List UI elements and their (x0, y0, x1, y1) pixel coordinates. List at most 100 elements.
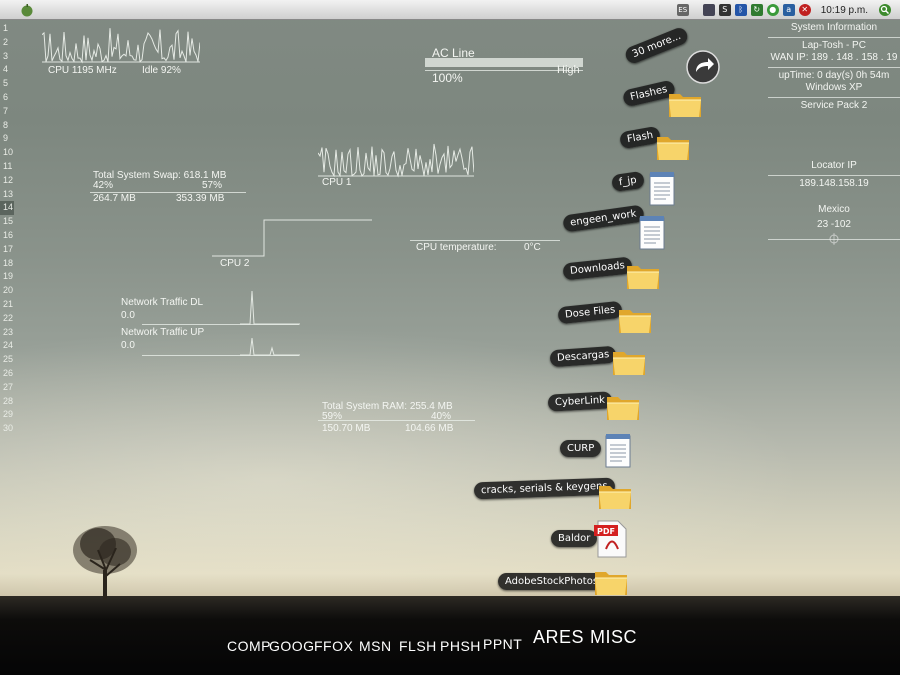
desktop-item-label[interactable]: Baldor (551, 530, 598, 547)
update-icon[interactable]: ↻ (750, 4, 763, 16)
dock-item-ares[interactable]: ARES (533, 627, 584, 648)
locator-ip: 189.148.158.19 (799, 177, 869, 189)
line-number: 16 (3, 229, 14, 240)
cpu1-label: CPU 1 (322, 177, 352, 188)
cpu-frequency: CPU 1195 MHz (48, 65, 117, 76)
tree-silhouette (73, 526, 137, 600)
desktop-item-label[interactable]: engeen_work (562, 204, 645, 233)
dock-item-phsh[interactable]: PHSH (440, 638, 481, 654)
folder-icon[interactable] (656, 133, 690, 165)
ram-bar (318, 420, 475, 421)
dock-item-comp[interactable]: COMP (227, 638, 271, 654)
line-number: 29 (3, 409, 14, 420)
line-number: 30 (3, 423, 14, 434)
network-up-label: Network Traffic UP (121, 327, 205, 338)
line-number: 13 (3, 188, 14, 199)
desktop-item-label[interactable]: f_jp (610, 170, 645, 193)
line-number: 7 (3, 105, 9, 116)
apple-icon[interactable] (20, 3, 34, 17)
dock-item-flsh[interactable]: FLSH (399, 638, 437, 654)
antivirus-icon[interactable]: a (782, 4, 795, 16)
desktop-item-label[interactable]: 30 more... (623, 25, 691, 66)
sysinfo-uptime: upTime: 0 day(s) 0h 54m (778, 69, 890, 81)
notepad-icon[interactable] (638, 214, 666, 254)
cpu2-graph (212, 219, 372, 257)
line-number: 21 (3, 298, 14, 309)
cpu2-label: CPU 2 (220, 258, 250, 269)
bluetooth-icon[interactable]: ᛒ (734, 4, 747, 16)
temperature-line (410, 240, 560, 241)
dock-item-msn[interactable]: MSN (359, 638, 392, 654)
folder-icon[interactable] (626, 262, 660, 294)
line-number: 24 (3, 340, 14, 351)
line-number: 3 (3, 50, 9, 61)
desktop-item-label[interactable]: CURP (560, 440, 602, 457)
sysinfo-host: Lap-Tosh - PC (802, 39, 866, 51)
top-menu-bar: ES S ᛒ ↻ ● a ✕ 10:19 p.m. (0, 0, 900, 20)
line-number: 27 (3, 381, 14, 392)
pdf-icon[interactable]: PDF (594, 519, 628, 563)
desktop-item-label[interactable]: CyberLink (547, 391, 613, 412)
network-dl-value: 0.0 (121, 310, 135, 321)
line-number: 19 (3, 271, 14, 282)
line-number: 2 (3, 36, 9, 47)
messenger-icon[interactable]: ● (766, 4, 779, 16)
desktop-item-label[interactable]: Downloads (562, 256, 633, 281)
cpu1-graph (318, 143, 474, 178)
folder-icon[interactable] (668, 90, 702, 122)
system-information-panel: System Information Lap-Tosh - PC WAN IP:… (768, 22, 900, 246)
clock[interactable]: 10:19 p.m. (821, 5, 868, 16)
arrow-circle-icon[interactable] (686, 50, 720, 88)
swap-free: 353.39 MB (176, 193, 225, 204)
line-number: 20 (3, 285, 14, 296)
line-number: 11 (3, 160, 13, 171)
sysinfo-title: System Information (790, 22, 878, 33)
network-dl-label: Network Traffic DL (121, 297, 204, 308)
locator-coords: 23 -102 (817, 218, 851, 230)
swap-used: 264.7 MB (93, 193, 136, 204)
line-number: 26 (3, 367, 14, 378)
battery-level: High (557, 64, 580, 76)
notepad-icon[interactable] (648, 170, 676, 210)
folder-icon[interactable] (598, 482, 632, 514)
line-number: 4 (3, 64, 9, 75)
line-number-gutter: 1 2 3 4 5 6 7 8 9 10 11 12 13 14 15 16 17 18 19 20 21 22 23 24 2… (0, 22, 14, 436)
s-app-icon[interactable]: S (718, 4, 731, 16)
desktop-item-label[interactable]: Flash (618, 125, 662, 150)
line-number: 14 (0, 201, 14, 216)
line-number: 18 (3, 257, 14, 268)
sysinfo-os: Windows XP (805, 82, 863, 93)
battery-percent: 100% (432, 71, 463, 85)
dock-item-misc[interactable]: MISC (590, 627, 637, 648)
line-number: 23 (3, 326, 14, 337)
folder-icon[interactable] (612, 348, 646, 380)
line-number: 10 (3, 147, 14, 158)
swap-used-pct: 42% (93, 180, 114, 191)
ram-free: 104.66 MB (405, 423, 454, 434)
line-number: 25 (3, 354, 14, 365)
network-icon[interactable] (702, 4, 715, 16)
folder-icon[interactable] (618, 306, 652, 338)
security-icon[interactable]: ✕ (798, 4, 811, 16)
system-tray: ES S ᛒ ↻ ● a ✕ 10:19 p.m. (673, 0, 900, 20)
location-pin-icon (829, 233, 839, 245)
dock-item-ppnt[interactable]: PPNT (483, 636, 522, 652)
line-number: 17 (3, 243, 14, 254)
dock-item-goog[interactable]: GOOG (269, 638, 315, 654)
language-indicator[interactable]: ES (676, 4, 689, 16)
network-spike-graph (240, 290, 300, 356)
dock-item-ffox[interactable]: FFOX (314, 638, 353, 654)
desktop-item-label[interactable]: AdobeStockPhotos (498, 573, 606, 590)
line-number: 22 (3, 312, 14, 323)
search-icon[interactable] (878, 3, 892, 17)
cpu-usage-graph (42, 28, 200, 64)
line-number: 5 (3, 78, 9, 89)
temperature-label: CPU temperature: (416, 242, 497, 253)
svg-text:PDF: PDF (597, 527, 615, 536)
folder-icon[interactable] (606, 393, 640, 425)
swap-free-pct: 57% (202, 180, 223, 191)
notepad-icon[interactable] (604, 432, 632, 472)
temperature-value: 0°C (524, 242, 541, 253)
line-number: 1 (3, 23, 9, 33)
folder-icon[interactable] (594, 568, 628, 600)
